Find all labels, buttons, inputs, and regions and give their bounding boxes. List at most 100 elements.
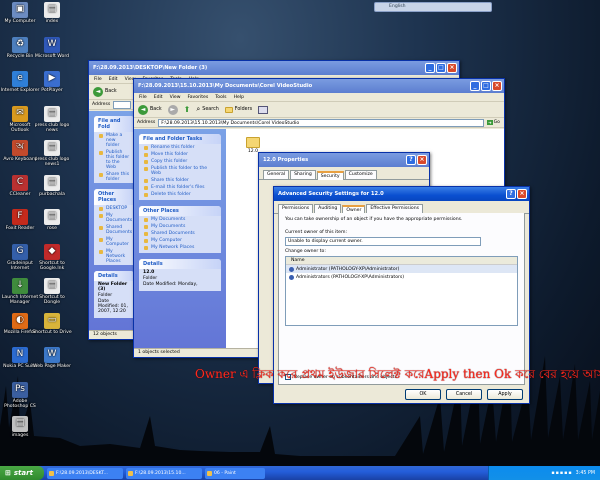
- views-icon[interactable]: [258, 105, 269, 114]
- title-bar[interactable]: 12.0 Properties ? ×: [259, 153, 429, 167]
- task-link[interactable]: My Documents: [139, 223, 221, 230]
- task-link[interactable]: Rename this folder: [139, 144, 221, 151]
- owner-row[interactable]: Administrator (PATHOLOGY-XP\Administrato…: [286, 265, 517, 273]
- language-bar[interactable]: English: [374, 2, 492, 12]
- task-link[interactable]: My Computer: [94, 236, 134, 248]
- close-button[interactable]: ×: [517, 189, 527, 199]
- ok-button[interactable]: OK: [405, 389, 441, 400]
- menu-item[interactable]: View: [170, 95, 181, 100]
- apply-button[interactable]: Apply: [487, 389, 523, 400]
- task-link[interactable]: Delete this folder: [139, 191, 221, 198]
- taskbar-button[interactable]: F:\28.09.2013\DESKT...: [47, 467, 123, 479]
- other-places-box: Other Places DESKTOP My Documents Shared Do…: [94, 189, 134, 265]
- close-button[interactable]: ×: [447, 63, 457, 73]
- help-button[interactable]: ?: [406, 155, 416, 165]
- current-owner-field: Unable to display current owner.: [285, 237, 481, 246]
- task-link[interactable]: DESKTOP: [94, 205, 134, 212]
- tray-icons[interactable]: ▪▪▪▪▪: [551, 471, 572, 476]
- task-link[interactable]: Make a new folder: [94, 132, 134, 149]
- desktop-icon-glyph: W: [44, 347, 60, 363]
- desktop-icon-label: Shortcut to Drive: [32, 329, 72, 335]
- close-button[interactable]: ×: [417, 155, 427, 165]
- task-link[interactable]: My Computer: [139, 237, 221, 244]
- desktop-icon-label: Adobe Photoshop CS: [4, 398, 36, 409]
- back-button[interactable]: ◄ Back: [138, 104, 162, 115]
- minimize-button[interactable]: _: [470, 81, 480, 91]
- desktop-icon[interactable]: ▭ Shortcut to Drive: [32, 312, 72, 335]
- task-link[interactable]: Share this folder: [94, 171, 134, 183]
- menu-item[interactable]: Edit: [109, 77, 118, 82]
- go-button[interactable]: ➔ Go: [487, 120, 504, 125]
- desktop-icon[interactable]: W Web Page Maker: [32, 347, 72, 369]
- folders-button[interactable]: Folders: [224, 106, 252, 113]
- owner-list[interactable]: Name Administrator (PATHOLOGY-XP\Adminis…: [285, 256, 518, 326]
- task-link[interactable]: Publish this folder to the Web: [139, 165, 221, 177]
- up-folder-icon[interactable]: ⬆: [184, 105, 191, 114]
- desktop-icon[interactable]: ▤ images: [0, 416, 40, 438]
- task-link[interactable]: My Network Places: [94, 248, 134, 265]
- desktop-icon[interactable]: ▤ purbachala: [32, 174, 72, 197]
- security-tab[interactable]: Permissions: [278, 204, 314, 213]
- cancel-button[interactable]: Cancel: [446, 389, 482, 400]
- forward-icon[interactable]: ►: [167, 104, 178, 115]
- owner-row[interactable]: Administrators (PATHOLOGY-XP\Administrat…: [286, 273, 517, 281]
- maximize-button[interactable]: □: [481, 81, 491, 91]
- properties-tab[interactable]: General: [263, 170, 290, 179]
- task-link[interactable]: E-mail this folder's files: [139, 184, 221, 191]
- taskbar-button[interactable]: 06 - Paint: [205, 467, 265, 479]
- desktop-icon-label: images: [11, 433, 29, 438]
- help-button[interactable]: ?: [506, 189, 516, 199]
- desktop-icon-label: index: [45, 19, 59, 24]
- address-input[interactable]: [113, 100, 132, 109]
- desktop-icon[interactable]: ▤ index: [32, 2, 72, 24]
- desktop-icon[interactable]: ▤ press club logo news: [32, 105, 72, 134]
- task-link[interactable]: Share this folder: [139, 177, 221, 184]
- desktop-icon-glyph: F: [12, 209, 28, 225]
- menu-item[interactable]: Tools: [215, 95, 226, 100]
- security-tab[interactable]: Effective Permissions: [366, 204, 423, 213]
- desktop-icon-glyph: ◐: [12, 312, 28, 329]
- security-tab[interactable]: Auditing: [314, 204, 342, 213]
- menu-item[interactable]: Edit: [154, 95, 163, 100]
- menu-item[interactable]: Favorites: [188, 95, 209, 100]
- title-bar[interactable]: F:\28.09.2013\15.10.2013\My Documents\Co…: [134, 79, 504, 93]
- properties-tab[interactable]: Security: [316, 171, 344, 180]
- close-button[interactable]: ×: [492, 81, 502, 91]
- search-button[interactable]: ⌕ Search: [196, 105, 218, 114]
- task-link[interactable]: Shared Documents: [94, 224, 134, 236]
- properties-tab[interactable]: Sharing: [290, 170, 316, 179]
- task-link[interactable]: My Network Places: [139, 244, 221, 251]
- maximize-button[interactable]: □: [436, 63, 446, 73]
- desktop-icon[interactable]: W Microsoft Word: [32, 36, 72, 59]
- task-link[interactable]: Move this folder: [139, 151, 221, 158]
- task-link[interactable]: My Documents: [94, 212, 134, 224]
- desktop-icon[interactable]: ▤ rose: [32, 209, 72, 231]
- desktop-icon[interactable]: ▤ press club logo news1: [32, 140, 72, 168]
- minimize-button[interactable]: _: [425, 63, 435, 73]
- task-link[interactable]: Shared Documents: [139, 230, 221, 237]
- properties-tab[interactable]: Customize: [344, 170, 377, 179]
- desktop-icon[interactable]: ▶ PotPlayer: [32, 71, 72, 93]
- menu-item[interactable]: File: [94, 77, 102, 82]
- taskbar-button[interactable]: F:\28.09.2013\15.10...: [126, 467, 202, 479]
- desktop-icon-glyph: ✉: [12, 105, 28, 122]
- menu-item[interactable]: File: [139, 95, 147, 100]
- title-bar[interactable]: F:\28.09.2013\DESKTOP\New Folder (3) _ □ ×: [89, 61, 459, 75]
- address-input[interactable]: F:\28.09.2013\15.10.2013\My Documents\Co…: [158, 118, 485, 127]
- details-header: Details: [94, 271, 134, 281]
- task-link[interactable]: Publish this folder to the Web: [94, 149, 134, 171]
- address-label: Address: [92, 102, 111, 107]
- name-column-header[interactable]: Name: [286, 257, 517, 265]
- task-link[interactable]: Copy this folder: [139, 158, 221, 165]
- dialog-buttons: OK Cancel Apply: [405, 389, 523, 400]
- back-button[interactable]: ◄ Back: [93, 86, 117, 97]
- task-link[interactable]: My Documents: [139, 216, 221, 223]
- menu-item[interactable]: Help: [234, 95, 244, 100]
- desktop-icon[interactable]: Ps Adobe Photoshop CS: [0, 381, 40, 410]
- desktop-icon[interactable]: ▤ Shortcut to Dongle: [32, 278, 72, 306]
- desktop-icon[interactable]: ◆ Shortcut to Google.lnk: [32, 243, 72, 272]
- back-arrow-icon: ◄: [93, 86, 103, 97]
- window-title: F:\28.09.2013\15.10.2013\My Documents\Co…: [138, 83, 313, 89]
- title-bar[interactable]: Advanced Security Settings for 12.0 ? ×: [274, 187, 529, 201]
- start-button[interactable]: ⊞ start: [0, 466, 44, 480]
